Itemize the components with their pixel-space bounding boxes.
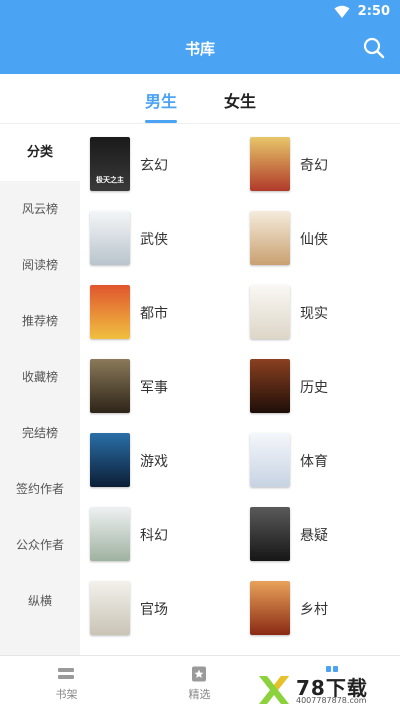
- category-label: 游戏: [140, 454, 168, 470]
- category-label: 仙侠: [300, 232, 328, 248]
- book-cover: [90, 581, 130, 635]
- book-cover: [90, 359, 130, 413]
- sidebar: 分类 风云榜 阅读榜 推荐榜 收藏榜 完结榜 签约作者 公众作者 纵横: [0, 125, 80, 655]
- category-label: 体育: [300, 454, 328, 470]
- book-cover: [250, 137, 290, 191]
- book-cover: [250, 211, 290, 265]
- status-time: 2:50: [357, 4, 390, 19]
- sidebar-item-public-authors[interactable]: 公众作者: [0, 517, 80, 573]
- sidebar-item-completed[interactable]: 完结榜: [0, 405, 80, 461]
- tab-male[interactable]: 男生: [145, 88, 177, 112]
- category-label: 都市: [140, 306, 168, 322]
- sidebar-item-zongheng[interactable]: 纵横: [0, 573, 80, 629]
- category-label: 奇幻: [300, 158, 328, 174]
- category-item[interactable]: 军事: [80, 347, 240, 421]
- category-item[interactable]: 历史: [240, 347, 400, 421]
- book-cover: [250, 507, 290, 561]
- page-title: 书库: [184, 40, 215, 58]
- search-icon[interactable]: [362, 36, 386, 60]
- category-label: 乡村: [300, 602, 328, 618]
- status-bar: 2:50: [0, 0, 400, 24]
- category-label: 玄幻: [140, 158, 168, 174]
- book-cover: [90, 507, 130, 561]
- sidebar-item-recommend[interactable]: 推荐榜: [0, 293, 80, 349]
- category-label: 军事: [140, 380, 168, 396]
- category-grid: 极天之主 玄幻 奇幻 武侠 仙侠 都市 现实 军事 历史 游戏 体育 科幻 悬疑…: [80, 125, 400, 655]
- tab-female[interactable]: 女生: [224, 88, 256, 112]
- tab-indicator: [145, 120, 177, 123]
- category-label: 武侠: [140, 232, 168, 248]
- book-cover: 极天之主: [90, 137, 130, 191]
- category-item[interactable]: 武侠: [80, 199, 240, 273]
- sidebar-item-favorites[interactable]: 收藏榜: [0, 349, 80, 405]
- nav-featured[interactable]: 精选: [133, 656, 266, 710]
- category-label: 科幻: [140, 528, 168, 544]
- category-label: 历史: [300, 380, 328, 396]
- book-cover: [250, 581, 290, 635]
- watermark-url: 4007787878.com: [296, 696, 367, 705]
- watermark-logo: 78下载 4007787878.com: [256, 670, 400, 710]
- wifi-icon: [334, 5, 350, 18]
- nav-bookshelf[interactable]: 书架: [0, 656, 133, 710]
- category-item[interactable]: 都市: [80, 273, 240, 347]
- category-label: 悬疑: [300, 528, 328, 544]
- app-bar: 书库: [0, 24, 400, 74]
- book-cover: [90, 211, 130, 265]
- category-item[interactable]: 游戏: [80, 421, 240, 495]
- nav-bookshelf-label: 书架: [55, 688, 78, 701]
- category-label: 现实: [300, 306, 328, 322]
- book-cover: [250, 433, 290, 487]
- category-item[interactable]: 现实: [240, 273, 400, 347]
- category-item[interactable]: 科幻: [80, 495, 240, 569]
- category-item[interactable]: 奇幻: [240, 125, 400, 199]
- sidebar-item-category[interactable]: 分类: [0, 125, 80, 181]
- x-logo-icon: [259, 676, 289, 704]
- sidebar-item-signed-authors[interactable]: 签约作者: [0, 461, 80, 517]
- category-item[interactable]: 官场: [80, 569, 240, 643]
- bookshelf-icon: [58, 668, 74, 679]
- category-label: 官场: [140, 602, 168, 618]
- category-item[interactable]: 悬疑: [240, 495, 400, 569]
- sidebar-item-reading[interactable]: 阅读榜: [0, 237, 80, 293]
- book-cover: [250, 285, 290, 339]
- sidebar-item-fengyun[interactable]: 风云榜: [0, 181, 80, 237]
- book-cover: [90, 433, 130, 487]
- nav-featured-label: 精选: [188, 688, 211, 701]
- book-cover: [250, 359, 290, 413]
- book-cover: [90, 285, 130, 339]
- category-item[interactable]: 体育: [240, 421, 400, 495]
- gender-tabs: 男生 女生: [0, 74, 400, 124]
- category-item[interactable]: 极天之主 玄幻: [80, 125, 240, 199]
- star-icon: [192, 666, 206, 682]
- category-item[interactable]: 乡村: [240, 569, 400, 643]
- category-item[interactable]: 仙侠: [240, 199, 400, 273]
